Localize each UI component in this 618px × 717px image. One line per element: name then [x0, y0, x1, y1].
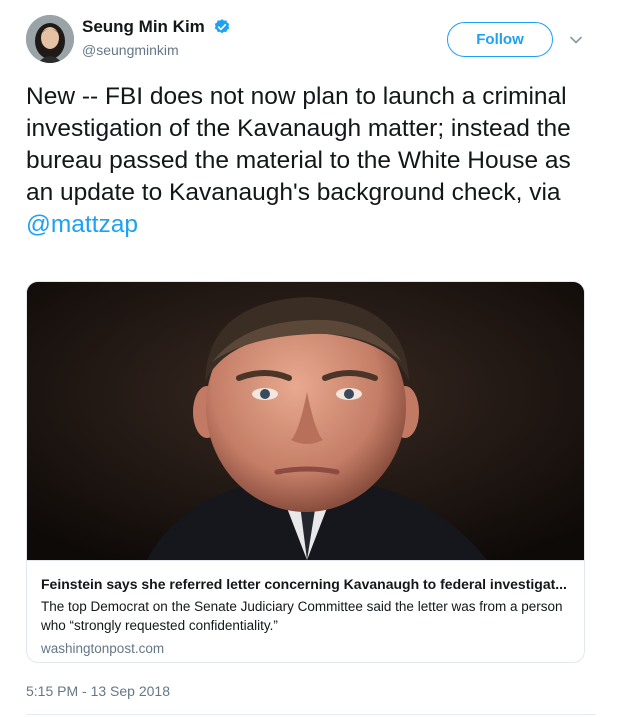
avatar-image — [26, 15, 74, 63]
author-info: Seung Min Kim @seungminkim — [82, 17, 231, 58]
follow-button[interactable]: Follow — [447, 22, 553, 57]
mention-link[interactable]: @mattzap — [26, 211, 138, 238]
tweet-text: New -- FBI does not now plan to launch a… — [26, 81, 592, 241]
card-body: Feinstein says she referred letter conce… — [27, 560, 584, 656]
avatar[interactable] — [26, 15, 74, 63]
tweet-timestamp[interactable]: 5:15 PM - 13 Sep 2018 — [26, 683, 170, 699]
author-handle[interactable]: @seungminkim — [82, 42, 231, 58]
card-photo — [27, 282, 584, 560]
verified-badge-icon — [215, 19, 230, 34]
author-display-name[interactable]: Seung Min Kim — [82, 17, 205, 37]
card-image[interactable] — [27, 282, 584, 560]
link-card[interactable]: Feinstein says she referred letter conce… — [26, 281, 585, 663]
card-description: The top Democrat on the Senate Judiciary… — [41, 599, 563, 633]
divider — [26, 714, 596, 715]
tweet-header: Seung Min Kim @seungminkim Follow — [26, 15, 596, 65]
chevron-down-icon[interactable] — [569, 33, 583, 47]
tweet-body: New -- FBI does not now plan to launch a… — [26, 83, 571, 206]
card-title[interactable]: Feinstein says she referred letter conce… — [41, 575, 570, 593]
card-domain: washingtonpost.com — [41, 641, 165, 656]
